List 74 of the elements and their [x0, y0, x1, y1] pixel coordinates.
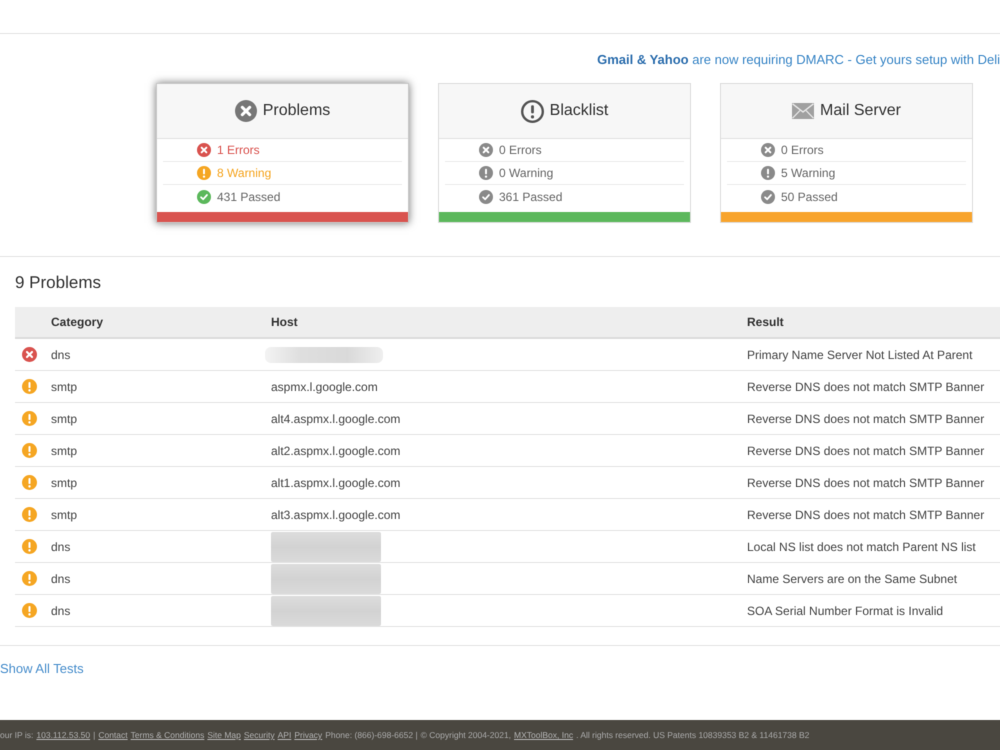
footer-text: | [93, 730, 96, 740]
footer-text: © Copyright 2004-2021, [420, 730, 512, 740]
table-cell: Name Servers are on the Same Subnet [747, 562, 1000, 594]
table-cell: Reverse DNS does not match SMTP Banner [747, 466, 1000, 498]
warning-icon [22, 475, 37, 490]
table-cell: SOA Serial Number Format is Invalid [747, 594, 1000, 626]
table-cell: alt1.aspmx.l.google.com [271, 466, 747, 498]
footer-link[interactable]: Contact [98, 730, 128, 740]
table-cell: alt4.aspmx.l.google.com [271, 402, 747, 434]
show-all-tests-link[interactable]: Show All Tests [0, 661, 84, 676]
table-cell: smtp [51, 402, 271, 434]
warning-icon [22, 571, 37, 586]
table-cell: Reverse DNS does not match SMTP Banner [747, 402, 1000, 434]
status-count: 50 Passed [781, 190, 838, 204]
status-count: 1 Errors [217, 143, 260, 157]
table-cell: Reverse DNS does not match SMTP Banner [747, 370, 1000, 402]
warning-icon [479, 166, 493, 180]
column-header: Result [747, 307, 1000, 338]
status-count: 5 Warning [781, 166, 836, 180]
footer-link[interactable]: API [278, 730, 292, 740]
check-icon [197, 190, 211, 204]
status-count: 0 Warning [499, 166, 554, 180]
status-count: 0 Errors [781, 143, 824, 157]
problems-heading: 9 Problems [15, 273, 101, 293]
summary-card[interactable]: Mail Server 0 Errors 5 Warning 50 Passed [720, 83, 973, 223]
status-count: 0 Errors [499, 143, 542, 157]
warning-icon [22, 379, 37, 394]
status-count: 8 Warning [217, 166, 272, 180]
warning-icon [22, 411, 37, 426]
table-cell: smtp [51, 370, 271, 402]
card-title: Blacklist [550, 102, 608, 120]
card-title: Mail Server [820, 102, 901, 120]
table-cell: alt2.aspmx.l.google.com [271, 434, 747, 466]
footer-link[interactable]: Site Map [207, 730, 241, 740]
summary-card[interactable]: Blacklist 0 Errors 0 Warning 361 Passed [438, 83, 691, 223]
error-icon [479, 143, 493, 157]
footer-link[interactable]: MXToolBox, Inc [514, 730, 574, 740]
column-header: Host [271, 307, 747, 338]
footer-link[interactable]: Security [244, 730, 275, 740]
warning-icon [22, 539, 37, 554]
status-count: 361 Passed [499, 190, 562, 204]
check-icon [761, 190, 775, 204]
envelope-icon [792, 103, 814, 119]
status-count: 431 Passed [217, 190, 280, 204]
table-cell: smtp [51, 466, 271, 498]
table-cell: alt3.aspmx.l.google.com [271, 498, 747, 530]
check-icon [479, 190, 493, 204]
table-cell: aspmx.l.google.com [271, 370, 747, 402]
footer-text: . All rights reserved. US Patents 10839353 B2 & 11461738 B2 [576, 730, 810, 740]
dmarc-announcement-link[interactable]: Gmail & Yahoo are now requiring DMARC - Get yours setup with Deli [597, 51, 1000, 69]
table-cell: Reverse DNS does not match SMTP Banner [747, 434, 1000, 466]
card-title: Problems [262, 102, 330, 120]
footer-link[interactable]: Privacy [294, 730, 322, 740]
footer-link[interactable]: 103.112.53.50 [36, 730, 90, 740]
close-circle-icon [234, 100, 257, 122]
error-icon [22, 347, 37, 362]
summary-card[interactable]: Problems 1 Errors 8 Warning 431 Passed [156, 83, 409, 223]
exclamation-circle-icon [520, 100, 544, 122]
warning-icon [22, 603, 37, 618]
warning-icon [22, 443, 37, 458]
footer-text: Phone: (866)-698-6652 | [325, 730, 418, 740]
error-icon [761, 143, 775, 157]
warning-icon [761, 166, 775, 180]
footer-text: our IP is: [0, 730, 34, 740]
table-cell: Primary Name Server Not Listed At Parent [747, 338, 1000, 370]
table-cell: Reverse DNS does not match SMTP Banner [747, 498, 1000, 530]
footer-link[interactable]: Terms & Conditions [130, 730, 204, 740]
table-cell: smtp [51, 434, 271, 466]
error-icon [197, 143, 211, 157]
warning-icon [197, 166, 211, 180]
warning-icon [22, 507, 37, 522]
table-cell: smtp [51, 498, 271, 530]
table-cell: Local NS list does not match Parent NS list [747, 530, 1000, 562]
column-header: Category [51, 307, 271, 338]
